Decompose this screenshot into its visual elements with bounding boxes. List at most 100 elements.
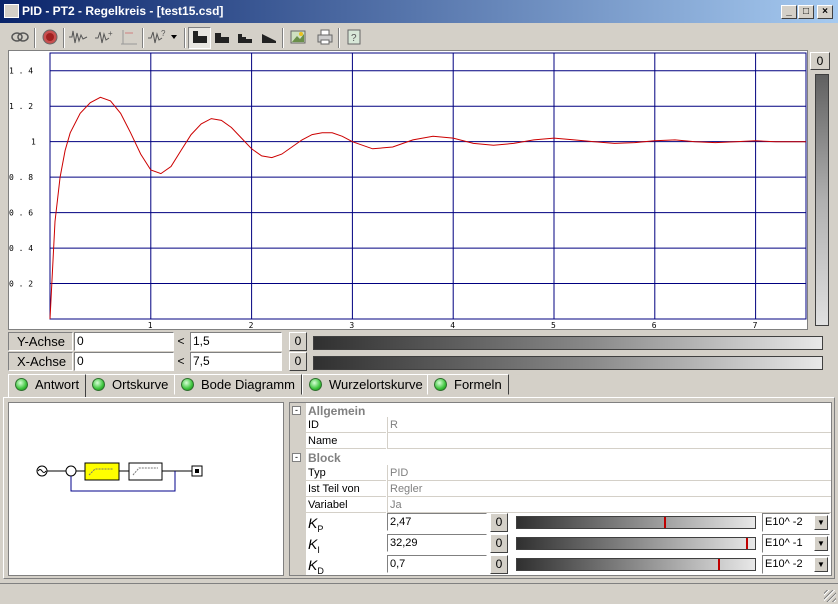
image-icon[interactable] xyxy=(286,27,309,49)
kp-zero-button[interactable]: 0 xyxy=(490,513,508,532)
response-chart[interactable]: 1 2 3 4 5 6 7 0 . 2 0 . 4 0 . 6 0 . 8 1 1 . 2 1 . 4 xyxy=(8,50,808,330)
title-bar[interactable]: PID - PT2 - Regelkreis - [test15.csd] _ … xyxy=(0,0,838,23)
collapse-toggle[interactable]: - xyxy=(292,453,301,462)
collapse-toggle[interactable]: - xyxy=(292,406,301,415)
kd-exponent-select[interactable]: E10^ -2 ▼ xyxy=(762,555,830,574)
tab-ortskurve[interactable]: Ortskurve xyxy=(85,374,176,395)
x-lt-sign: < xyxy=(177,354,185,368)
marker-icon[interactable] xyxy=(117,27,140,49)
x-max-field[interactable]: 7,5 xyxy=(190,352,282,371)
y-tick-label: 1 xyxy=(31,138,36,147)
toolbar-separator xyxy=(338,28,340,48)
step-4-icon[interactable] xyxy=(257,27,280,49)
tab-wurzelortskurve[interactable]: Wurzelortskurve xyxy=(302,374,430,395)
ki-zero-button[interactable]: 0 xyxy=(490,534,508,553)
y-axis-row: Y-Achse 0 < 1,5 0 xyxy=(8,332,308,351)
resize-grip-icon[interactable] xyxy=(824,590,836,602)
kd-slider[interactable] xyxy=(516,558,756,571)
param-label: KP xyxy=(308,515,324,534)
y-axis-label: Y-Achse xyxy=(8,332,73,351)
tab-bode-diagramm[interactable]: Bode Diagramm xyxy=(174,374,302,395)
dropdown-arrow-icon[interactable]: ▼ xyxy=(814,536,828,551)
prop-name: Typ xyxy=(306,465,386,481)
block-diagram[interactable] xyxy=(8,402,284,576)
step-2-icon[interactable] xyxy=(210,27,233,49)
step-3-icon[interactable] xyxy=(233,27,256,49)
x-tick-label: 5 xyxy=(551,321,556,329)
led-icon xyxy=(15,378,28,391)
led-icon xyxy=(434,378,447,391)
toolbar-separator xyxy=(34,28,36,48)
vscale-slider[interactable] xyxy=(815,74,829,326)
kp-value-field[interactable]: 2,47 xyxy=(387,513,487,531)
prop-name: ID xyxy=(306,417,386,433)
kp-exponent-select[interactable]: E10^ -2 ▼ xyxy=(762,513,830,532)
x-scroll-slider[interactable] xyxy=(313,356,823,370)
kd-slider-thumb[interactable] xyxy=(718,559,720,570)
link-icon[interactable] xyxy=(8,27,31,49)
chart-canvas: 1 2 3 4 5 6 7 0 . 2 0 . 4 0 . 6 0 . 8 1 1 . 2 1 . 4 xyxy=(9,52,807,330)
tab-formeln[interactable]: Formeln xyxy=(427,374,509,395)
led-icon xyxy=(181,378,194,391)
x-tick-label: 3 xyxy=(349,321,354,329)
plot-frame xyxy=(49,52,807,320)
minimize-button[interactable]: _ xyxy=(781,5,797,19)
toolbar-separator xyxy=(63,28,65,48)
prop-name: Ist Teil von xyxy=(306,481,386,497)
prop-value xyxy=(387,433,831,449)
y-lt-sign: < xyxy=(177,334,185,348)
signal-icon[interactable] xyxy=(66,27,89,49)
kd-zero-button[interactable]: 0 xyxy=(490,555,508,574)
signal-select-icon[interactable]: ? xyxy=(146,27,180,49)
y-tick-label: 0 . 2 xyxy=(9,280,33,289)
x-tick-label: 6 xyxy=(652,321,657,329)
ki-slider[interactable] xyxy=(516,537,756,550)
signal-add-icon[interactable]: + xyxy=(92,27,115,49)
maximize-button[interactable]: □ xyxy=(798,5,814,19)
record-icon[interactable] xyxy=(38,27,61,49)
kp-slider[interactable] xyxy=(516,516,756,529)
x-min-field[interactable]: 0 xyxy=(74,352,174,371)
vscale-value-badge[interactable]: 0 xyxy=(810,52,830,70)
prop-value: R xyxy=(387,417,831,433)
dropdown-arrow-icon[interactable]: ▼ xyxy=(814,557,828,572)
y-scroll-slider[interactable] xyxy=(313,336,823,350)
tab-antwort[interactable]: Antwort xyxy=(8,374,87,397)
ki-exponent-select[interactable]: E10^ -1 ▼ xyxy=(762,534,830,553)
svg-text:?: ? xyxy=(161,29,166,38)
y-tick-label: 0 . 4 xyxy=(9,244,33,253)
dropdown-arrow-icon[interactable]: ▼ xyxy=(814,515,828,530)
y-min-field[interactable]: 0 xyxy=(74,332,174,351)
close-button[interactable]: × xyxy=(817,5,833,19)
print-icon[interactable] xyxy=(313,27,336,49)
toolbar-separator xyxy=(142,28,144,48)
prop-name: Variabel xyxy=(306,497,386,513)
param-label: KD xyxy=(308,557,324,576)
param-row-ki: KI 32,29 0 E10^ -1 ▼ xyxy=(306,534,832,555)
y-tick-label: 0 . 6 xyxy=(9,209,33,218)
param-row-kd: KD 0,7 0 E10^ -2 ▼ xyxy=(306,555,832,576)
prop-value: PID xyxy=(387,465,831,481)
help-icon[interactable]: ? xyxy=(342,27,365,49)
status-bar xyxy=(0,583,838,604)
svg-text:+: + xyxy=(108,29,113,38)
toolbar-separator xyxy=(184,28,186,48)
step-1-icon[interactable] xyxy=(188,27,211,49)
x-axis-row: X-Achse 0 < 7,5 0 xyxy=(8,352,308,371)
x-axis-label: X-Achse xyxy=(8,352,73,371)
ki-value-field[interactable]: 32,29 xyxy=(387,534,487,552)
kd-value-field[interactable]: 0,7 xyxy=(387,555,487,573)
x-tick-label: 2 xyxy=(249,321,254,329)
kp-slider-thumb[interactable] xyxy=(664,517,666,528)
x-tick-label: 4 xyxy=(450,321,455,329)
prop-name: Name xyxy=(306,433,386,449)
property-gutter xyxy=(290,403,306,575)
prop-value: Regler xyxy=(387,481,831,497)
y-max-field[interactable]: 1,5 xyxy=(190,332,282,351)
y-zero-button[interactable]: 0 xyxy=(289,332,307,351)
x-zero-button[interactable]: 0 xyxy=(289,352,307,371)
ki-slider-thumb[interactable] xyxy=(746,538,748,549)
led-icon xyxy=(92,378,105,391)
x-tick-label: 7 xyxy=(753,321,758,329)
y-tick-label: 0 . 8 xyxy=(9,173,33,182)
